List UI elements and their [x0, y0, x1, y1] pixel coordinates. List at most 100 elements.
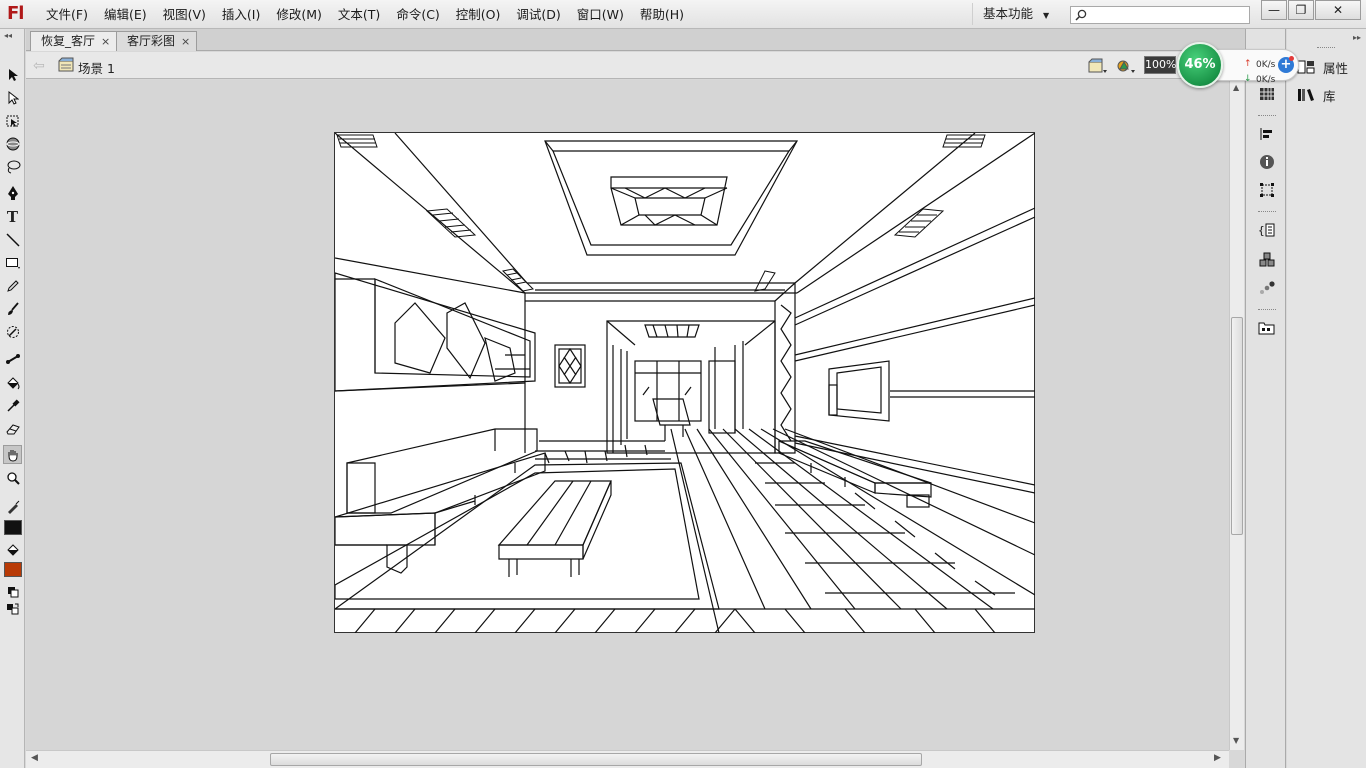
stage-canvas[interactable]	[333, 132, 1036, 634]
vent	[336, 134, 986, 292]
menu-edit[interactable]: 编辑(E)	[96, 0, 155, 29]
line-tool-icon[interactable]	[3, 230, 22, 249]
edit-symbol-icon[interactable]	[1116, 57, 1136, 75]
scene-label: 场景 1	[78, 61, 115, 76]
app-logo: Fl	[7, 3, 24, 24]
edit-bar: ⇦ 场景 1 100%	[26, 52, 1246, 79]
search-icon	[1075, 9, 1087, 21]
hand-tool-icon[interactable]	[3, 445, 22, 464]
tools-panel: ◂◂ T	[0, 29, 25, 768]
swap-colors-icon[interactable]	[3, 599, 22, 618]
horizontal-scroll-thumb[interactable]	[270, 753, 922, 766]
stage-area	[26, 80, 1229, 750]
deco-tool-icon[interactable]	[3, 322, 22, 341]
menu-text[interactable]: 文本(T)	[330, 0, 388, 29]
paint-bucket-tool-icon[interactable]	[3, 373, 22, 392]
components-icon[interactable]	[1258, 251, 1276, 269]
vertical-scroll-thumb[interactable]	[1231, 317, 1243, 535]
panel-grip[interactable]	[1258, 115, 1276, 117]
scroll-down-icon[interactable]: ▼	[1233, 736, 1239, 745]
panel-grip[interactable]	[1258, 211, 1276, 213]
menu-help[interactable]: 帮助(H)	[632, 0, 692, 29]
3d-rotation-tool-icon[interactable]	[3, 134, 22, 153]
transform-icon[interactable]	[1258, 181, 1276, 199]
scroll-left-icon[interactable]: ◀	[31, 753, 38, 763]
rectangle-tool-icon[interactable]	[3, 253, 22, 272]
stroke-color-icon[interactable]	[3, 497, 22, 516]
download-arrow-icon: ↓	[1244, 74, 1252, 84]
collapse-icon[interactable]: ◂◂	[0, 29, 24, 42]
properties-label: 属性	[1323, 60, 1349, 76]
zoom-tool-icon[interactable]	[3, 468, 22, 487]
zoom-field[interactable]: 100%	[1144, 56, 1176, 74]
free-transform-tool-icon[interactable]	[3, 111, 22, 130]
subselection-tool-icon[interactable]	[3, 88, 22, 107]
menu-modify[interactable]: 修改(M)	[268, 0, 330, 29]
properties-library-panel: ▸▸ 属性 库	[1287, 29, 1366, 768]
workspace-label: 基本功能	[983, 6, 1034, 21]
search-input[interactable]	[1070, 6, 1250, 24]
menu-control[interactable]: 控制(O)	[448, 0, 509, 29]
tab-label: 客厅彩图	[127, 34, 176, 48]
fill-color-swatch[interactable]	[3, 560, 22, 579]
menu-file[interactable]: 文件(F)	[38, 0, 96, 29]
panel-grip[interactable]	[1317, 47, 1335, 49]
chevron-down-icon: ▼	[1043, 11, 1050, 20]
info-icon[interactable]	[1258, 153, 1276, 171]
library-panel-tab[interactable]: 库	[1297, 85, 1336, 105]
document-tabs: ◂◂ 恢复_客厅× 客厅彩图×	[26, 29, 1246, 51]
main-menu: 文件(F) 编辑(E) 视图(V) 插入(I) 修改(M) 文本(T) 命令(C…	[38, 0, 692, 29]
horizontal-scrollbar[interactable]: ◀ ▶	[26, 750, 1229, 768]
eraser-tool-icon[interactable]	[3, 419, 22, 438]
notification-dot	[1289, 56, 1294, 61]
pencil-tool-icon[interactable]	[3, 276, 22, 295]
expand-icon[interactable]: ▸▸	[1349, 31, 1365, 44]
close-button[interactable]: ✕	[1315, 0, 1361, 20]
upload-arrow-icon: ↑	[1244, 59, 1252, 69]
stroke-color-swatch[interactable]	[3, 518, 22, 537]
fill-swatch-fill	[3, 562, 22, 577]
project-folder-icon[interactable]	[1258, 319, 1276, 337]
eyedropper-tool-icon[interactable]	[3, 396, 22, 415]
close-icon[interactable]: ×	[181, 35, 190, 48]
library-icon	[1298, 89, 1314, 101]
upload-speed: 0K/s	[1256, 60, 1276, 70]
back-arrow-icon[interactable]: ⇦	[33, 58, 45, 74]
library-label: 库	[1323, 88, 1336, 104]
bone-tool-icon[interactable]	[3, 349, 22, 368]
tab-label: 恢复_客厅	[41, 34, 96, 48]
actions-code-icon[interactable]: {}	[1258, 221, 1276, 239]
tab-restore-living-room[interactable]: 恢复_客厅 ×	[30, 31, 118, 51]
menu-window[interactable]: 窗口(W)	[569, 0, 632, 29]
scroll-right-icon[interactable]: ▶	[1214, 753, 1221, 763]
panel-grip[interactable]	[1258, 309, 1276, 311]
align-icon[interactable]	[1258, 125, 1276, 143]
motion-presets-icon[interactable]	[1258, 279, 1276, 297]
download-speed: 0K/s	[1256, 75, 1276, 85]
tab-living-room-color[interactable]: 客厅彩图 ×	[116, 31, 198, 51]
menu-insert[interactable]: 插入(I)	[214, 0, 268, 29]
stroke-swatch-fill	[3, 520, 22, 535]
menu-debug[interactable]: 调试(D)	[508, 0, 568, 29]
pen-tool-icon[interactable]	[3, 183, 22, 202]
menu-commands[interactable]: 命令(C)	[388, 0, 447, 29]
properties-panel-tab[interactable]: 属性	[1297, 57, 1348, 77]
network-speed-widget[interactable]: ↑ 0K/s ↓ 0K/s 46% +	[1177, 42, 1301, 88]
text-tool-icon[interactable]: T	[3, 207, 22, 226]
scene-icon	[58, 57, 74, 72]
menu-bar: Fl 文件(F) 编辑(E) 视图(V) 插入(I) 修改(M) 文本(T) 命…	[0, 0, 1366, 29]
vertical-scrollbar[interactable]: ▲ ▼	[1229, 80, 1244, 750]
workspace-switcher[interactable]: 基本功能 ▼	[972, 3, 1060, 25]
selection-tool-icon[interactable]	[3, 65, 22, 84]
network-usage-circle[interactable]: 46%	[1177, 42, 1223, 88]
lasso-tool-icon[interactable]	[3, 157, 22, 176]
close-icon[interactable]: ×	[101, 35, 110, 48]
minimize-button[interactable]: —	[1261, 0, 1287, 20]
panel-icon-strip: {}	[1245, 29, 1286, 768]
brush-tool-icon[interactable]	[3, 299, 22, 318]
living-room-line-drawing	[333, 132, 1036, 634]
menu-view[interactable]: 视图(V)	[155, 0, 214, 29]
edit-scene-icon[interactable]	[1088, 57, 1108, 75]
restore-button[interactable]: ❐	[1288, 0, 1314, 20]
fill-color-icon[interactable]	[3, 540, 22, 559]
